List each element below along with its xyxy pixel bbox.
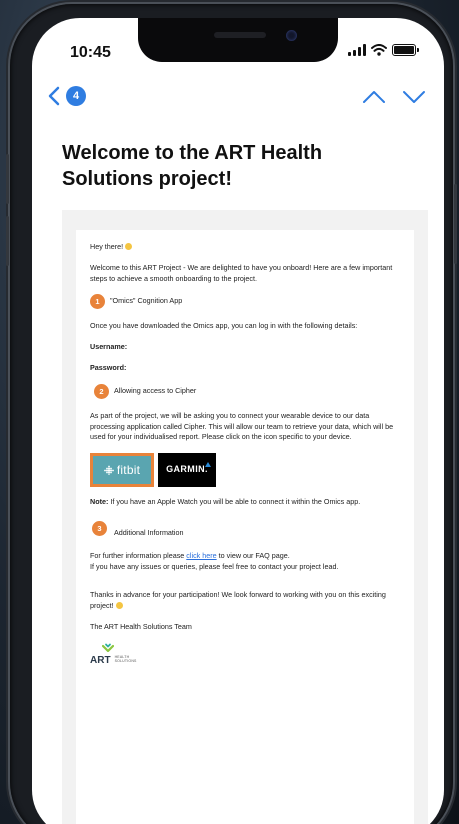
garmin-button[interactable]: GARMIN.	[158, 453, 216, 488]
unread-count-badge: 4	[66, 86, 86, 106]
password-label: Password:	[90, 362, 127, 372]
step-3: 3 Additional Information	[92, 518, 400, 539]
mail-navbar: 4	[32, 84, 444, 118]
front-camera	[286, 30, 297, 41]
fitbit-dots-icon	[103, 465, 114, 476]
issues-text: If you have any issues or queries, pleas…	[90, 561, 339, 571]
note-text: Note: If you have an Apple Watch you wil…	[90, 497, 361, 507]
step-1-title: "Omics" Cognition App	[110, 296, 183, 306]
step-1-number: 1	[90, 294, 105, 310]
earpiece-speaker	[214, 32, 266, 38]
volume-down-button	[6, 216, 9, 266]
thanks-text: Thanks in advance for your participation…	[90, 590, 386, 611]
step-2: 2 Allowing access to Cipher	[94, 383, 400, 399]
further-info-text: For further information please click her…	[90, 550, 290, 560]
art-logo: ART HEALTH SOLUTIONS	[90, 643, 400, 668]
step-2-number: 2	[94, 383, 109, 399]
notch	[138, 18, 338, 62]
previous-message-button[interactable]	[362, 90, 386, 104]
email-body: Hey there! Welcome to this ART Project -…	[76, 230, 414, 824]
greeting: Hey there!	[90, 242, 400, 253]
device-buttons: fitbit GARMIN.	[90, 453, 400, 488]
email-subject: Welcome to the ART Health Solutions proj…	[62, 142, 323, 190]
step-1-text: Once you have downloaded the Omics app, …	[90, 321, 358, 331]
intro-text: Welcome to this ART Project - We are del…	[90, 262, 393, 283]
smile-emoji-icon	[125, 243, 133, 250]
smile-emoji-icon	[115, 602, 123, 610]
email-content: Welcome to the ART Health Solutions proj…	[32, 126, 444, 824]
signoff-text: The ART Health Solutions Team	[90, 621, 192, 631]
power-button	[454, 184, 457, 264]
signal-icon	[348, 44, 366, 56]
phone-frame: 10:45 4 Welcome to the ART Health Soluti…	[6, 4, 457, 824]
step-1: 1 "Omics" Cognition App	[90, 294, 400, 310]
art-logo-name: ART	[90, 654, 111, 666]
phone-screen: 10:45 4 Welcome to the ART Health Soluti…	[32, 18, 444, 824]
status-icons	[348, 44, 419, 56]
step-2-text: As part of the project, we will be askin…	[90, 410, 394, 442]
fitbit-label: fitbit	[116, 463, 141, 478]
step-3-title: Additional Information	[114, 527, 184, 537]
status-time: 10:45	[70, 44, 111, 61]
message-navigation	[362, 90, 426, 104]
garmin-triangle-icon	[205, 462, 211, 468]
art-logo-mark-icon	[102, 643, 114, 652]
garmin-label: GARMIN.	[166, 464, 208, 475]
faq-link[interactable]: click here	[186, 551, 216, 560]
fitbit-button[interactable]: fitbit	[90, 453, 154, 488]
battery-icon	[392, 44, 419, 56]
chevron-left-icon	[48, 86, 60, 106]
step-3-number: 3	[92, 520, 107, 536]
volume-up-button	[6, 154, 9, 204]
step-2-title: Allowing access to Cipher	[114, 385, 197, 395]
back-button[interactable]: 4	[48, 86, 86, 106]
username-label: Username:	[90, 342, 128, 352]
next-message-button[interactable]	[402, 90, 426, 104]
wifi-icon	[371, 44, 387, 56]
